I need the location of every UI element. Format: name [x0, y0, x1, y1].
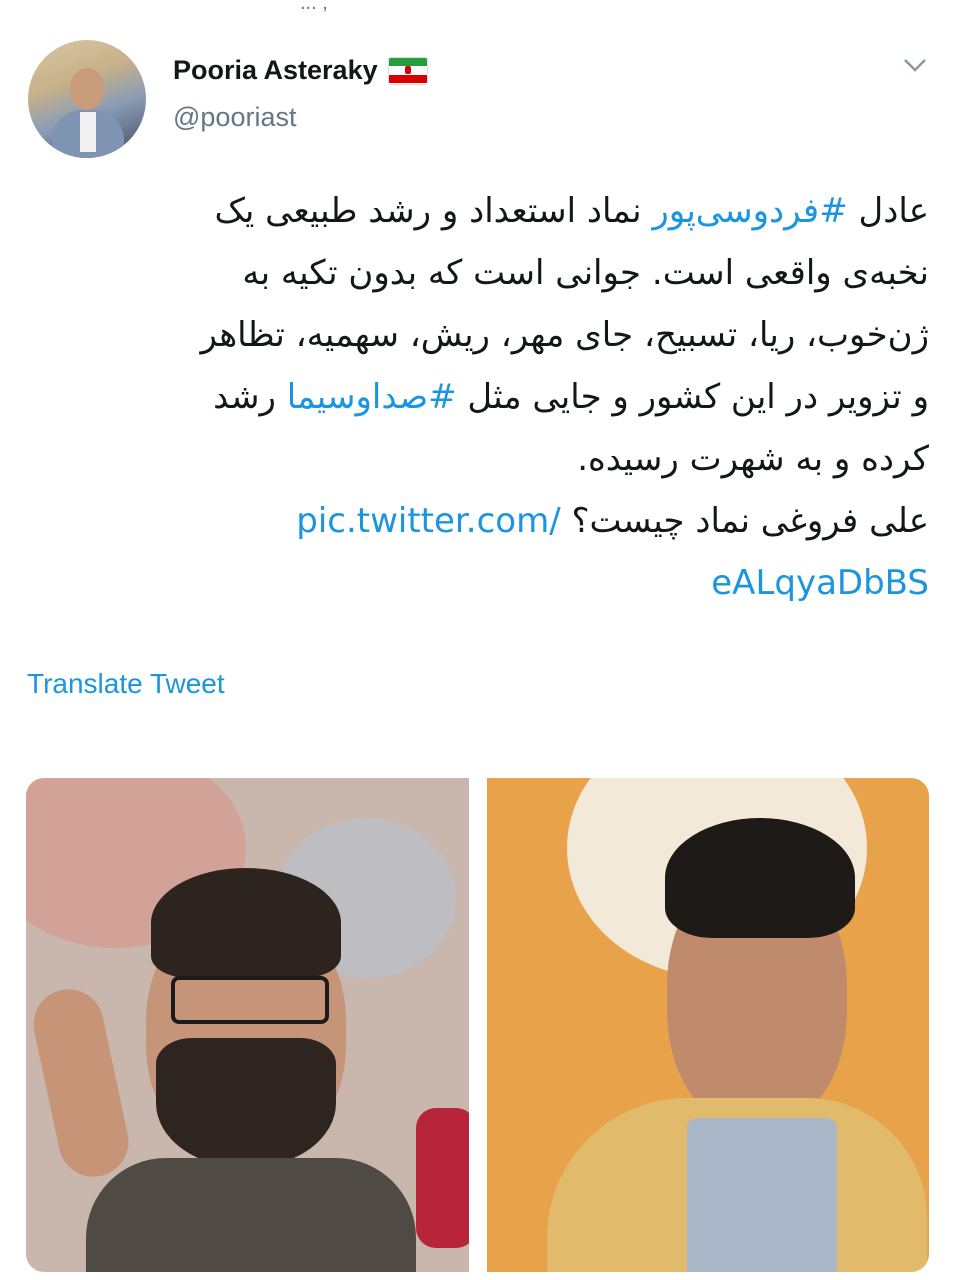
iran-flag-icon — [387, 56, 428, 85]
tweet-line-5: کرده و به شهرت رسیده. — [577, 439, 929, 479]
pic-link-part2[interactable]: eALqyaDbBS — [711, 563, 929, 603]
tweet-text: عادل #فردوسی‌پور نماد استعداد و رشد طبیع… — [24, 180, 929, 614]
chevron-down-icon[interactable] — [903, 58, 927, 72]
handle[interactable]: @pooriast — [173, 102, 296, 133]
tweet-photo-left[interactable] — [26, 778, 469, 1272]
hashtag-link[interactable]: #فردوسی‌پور — [652, 191, 847, 231]
avatar[interactable] — [28, 40, 146, 158]
translate-tweet-link[interactable]: Translate Tweet — [27, 668, 225, 700]
hashtag-link[interactable]: #صداوسیما — [287, 377, 457, 417]
tweet-line-2: نخبه‌ی واقعی است. جوانی است که بدون تکیه… — [242, 253, 929, 293]
tweet-line-7: eALqyaDbBS — [24, 552, 929, 614]
tweet-line-4: و تزویر در این کشور و جایی مثل #صداوسیما… — [213, 377, 929, 417]
tweet-photo-right[interactable] — [487, 778, 929, 1272]
pic-link-part1[interactable]: pic.twitter.com/ — [296, 501, 560, 541]
tweet-line-1: عادل #فردوسی‌پور نماد استعداد و رشد طبیع… — [214, 191, 929, 231]
tweet-line-3: ژن‌خوب، ریا، تسبیح، جای مهر، ریش، سهمیه،… — [200, 315, 929, 355]
display-name-text: Pooria Asteraky — [173, 55, 378, 85]
header-fragment: ... , — [300, 0, 328, 14]
tweet-line-6: علی فروغی نماد چیست؟ pic.twitter.com/ — [296, 501, 929, 541]
display-name[interactable]: Pooria Asteraky — [173, 55, 428, 86]
